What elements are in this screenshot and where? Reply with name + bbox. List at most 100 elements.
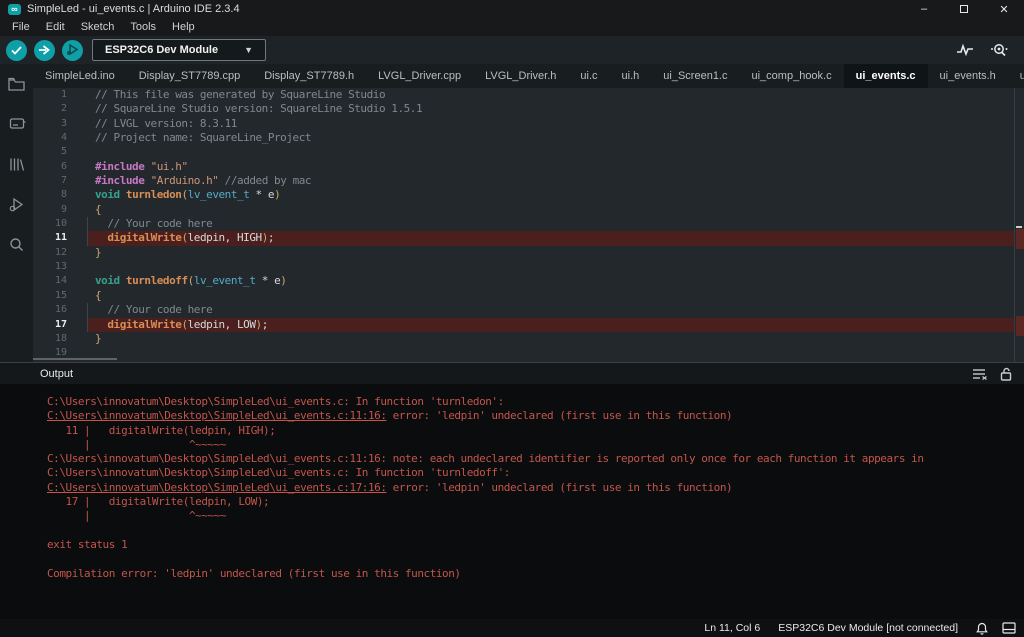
line-number: 2 [33, 102, 87, 116]
debug-icon[interactable] [0, 184, 33, 224]
tab-ui.c[interactable]: ui.c [568, 64, 609, 88]
code-line-9[interactable]: 9{ [33, 203, 1024, 217]
error-file-link[interactable]: C:\Users\innovatum\Desktop\SimpleLed\ui_… [47, 409, 387, 422]
output-text: error: 'ledpin' undeclared (first use in… [387, 481, 733, 494]
output-line: C:\Users\innovatum\Desktop\SimpleLed\ui_… [47, 466, 1024, 480]
horizontal-scrollbar[interactable] [33, 358, 117, 360]
code-line-7[interactable]: 7#include "Arduino.h" //added by mac [33, 174, 1024, 188]
code-line-4[interactable]: 4// Project name: SquareLine_Project [33, 131, 1024, 145]
sketchbook-folder-icon[interactable] [0, 64, 33, 104]
line-number: 12 [33, 246, 87, 260]
menu-bar: FileEditSketchToolsHelp [0, 18, 1024, 36]
tab-ui.h[interactable]: ui.h [610, 64, 652, 88]
tab-ui_comp_hook.c[interactable]: ui_comp_hook.c [740, 64, 844, 88]
output-line: | ^~~~~~ [47, 438, 1024, 452]
line-number: 10 [33, 217, 87, 231]
code-line-11[interactable]: 11 digitalWrite(ledpin, HIGH); [33, 231, 1024, 245]
notifications-bell-icon[interactable] [976, 622, 988, 635]
workspace: SimpleLed.inoDisplay_ST7789.cppDisplay_S… [0, 64, 1024, 362]
ruler-error-mark [1016, 229, 1024, 249]
cursor-position: Ln 11, Col 6 [704, 622, 760, 634]
status-bar: Ln 11, Col 6 ESP32C6 Dev Module [not con… [0, 619, 1024, 637]
indent-guide [87, 231, 88, 245]
line-number: 4 [33, 131, 87, 145]
overview-ruler[interactable] [1014, 88, 1024, 362]
clear-output-icon[interactable] [972, 368, 988, 380]
line-number: 15 [33, 289, 87, 303]
code-line-2[interactable]: 2// SquareLine Studio version: SquareLin… [33, 102, 1024, 116]
maximize-button[interactable] [944, 0, 984, 18]
menu-edit[interactable]: Edit [38, 19, 73, 35]
line-number: 1 [33, 88, 87, 102]
tab-Display_ST7789.h[interactable]: Display_ST7789.h [252, 64, 366, 88]
error-file-link[interactable]: C:\Users\innovatum\Desktop\SimpleLed\ui_… [47, 481, 387, 494]
line-number: 8 [33, 188, 87, 202]
line-number: 5 [33, 145, 87, 159]
editor-tab-bar: SimpleLed.inoDisplay_ST7789.cppDisplay_S… [33, 64, 1024, 88]
code-line-6[interactable]: 6#include "ui.h" [33, 160, 1024, 174]
tab-ui_Screen1.c[interactable]: ui_Screen1.c [651, 64, 739, 88]
library-manager-icon[interactable] [0, 144, 33, 184]
code-line-3[interactable]: 3// LVGL version: 8.3.11 [33, 117, 1024, 131]
code-line-10[interactable]: 10 // Your code here [33, 217, 1024, 231]
tab-LVGL_Driver.cpp[interactable]: LVGL_Driver.cpp [366, 64, 473, 88]
indent-guide [87, 303, 88, 317]
code-line-16[interactable]: 16 // Your code here [33, 303, 1024, 317]
output-log: C:\Users\innovatum\Desktop\SimpleLed\ui_… [0, 384, 1024, 581]
code-editor[interactable]: 1// This file was generated by SquareLin… [33, 88, 1024, 362]
ruler-error-mark [1016, 316, 1024, 336]
code-line-8[interactable]: 8void turnledon(lv_event_t * e) [33, 188, 1024, 202]
minimize-button[interactable]: – [904, 0, 944, 18]
board-selector-dropdown[interactable]: ESP32C6 Dev Module ▼ [92, 39, 266, 61]
check-icon [11, 46, 22, 55]
upload-button[interactable] [34, 40, 55, 61]
output-text: C:\Users\innovatum\Desktop\SimpleLed\ui_… [47, 466, 510, 479]
arrow-right-icon [39, 45, 50, 55]
search-icon[interactable] [0, 224, 33, 264]
toggle-panel-icon[interactable] [1002, 622, 1016, 634]
output-text: C:\Users\innovatum\Desktop\SimpleLed\ui_… [47, 452, 924, 465]
boards-manager-icon[interactable] [0, 104, 33, 144]
code-line-18[interactable]: 18} [33, 332, 1024, 346]
tab-ui_events.h[interactable]: ui_events.h [928, 64, 1008, 88]
debug-play-icon [66, 44, 79, 56]
code-text: // Project name: SquareLine_Project [87, 131, 1014, 145]
output-text: | ^~~~~~ [47, 509, 226, 522]
autoscroll-lock-icon[interactable] [1000, 367, 1012, 381]
menu-sketch[interactable]: Sketch [73, 19, 123, 35]
code-line-14[interactable]: 14void turnledoff(lv_event_t * e) [33, 274, 1024, 288]
board-selector-value: ESP32C6 Dev Module [93, 44, 218, 56]
menu-file[interactable]: File [4, 19, 38, 35]
line-number: 13 [33, 260, 87, 274]
line-number: 9 [33, 203, 87, 217]
title-bar: ∞ SimpleLed - ui_events.c | Arduino IDE … [0, 0, 1024, 18]
tab-ui_helpers.c[interactable]: ui_helpers.c [1008, 64, 1024, 88]
debug-button[interactable] [62, 40, 83, 61]
code-line-13[interactable]: 13 [33, 260, 1024, 274]
serial-monitor-icon[interactable] [990, 43, 1010, 57]
menu-tools[interactable]: Tools [122, 19, 164, 35]
output-header: Output [0, 363, 1024, 384]
line-number: 14 [33, 274, 87, 288]
code-text: // This file was generated by SquareLine… [87, 88, 1014, 102]
code-line-1[interactable]: 1// This file was generated by SquareLin… [33, 88, 1024, 102]
activity-sidebar [0, 64, 33, 362]
code-line-19[interactable]: 19 [33, 346, 1024, 360]
code-text: #include "Arduino.h" //added by mac [87, 174, 1014, 188]
code-text [87, 145, 1014, 159]
tab-Display_ST7789.cpp[interactable]: Display_ST7789.cpp [127, 64, 253, 88]
tab-LVGL_Driver.h[interactable]: LVGL_Driver.h [473, 64, 568, 88]
menu-help[interactable]: Help [164, 19, 203, 35]
code-line-12[interactable]: 12} [33, 246, 1024, 260]
output-line [47, 524, 1024, 538]
close-button[interactable]: ✕ [984, 0, 1024, 18]
arduino-ide-window: ∞ SimpleLed - ui_events.c | Arduino IDE … [0, 0, 1024, 637]
tab-ui_events.c[interactable]: ui_events.c [844, 64, 928, 88]
tab-SimpleLed.ino[interactable]: SimpleLed.ino [33, 64, 127, 88]
code-text: // Your code here [87, 303, 1014, 317]
code-line-15[interactable]: 15{ [33, 289, 1024, 303]
code-line-5[interactable]: 5 [33, 145, 1024, 159]
serial-plotter-icon[interactable] [956, 43, 974, 57]
code-line-17[interactable]: 17 digitalWrite(ledpin, LOW); [33, 318, 1024, 332]
verify-button[interactable] [6, 40, 27, 61]
